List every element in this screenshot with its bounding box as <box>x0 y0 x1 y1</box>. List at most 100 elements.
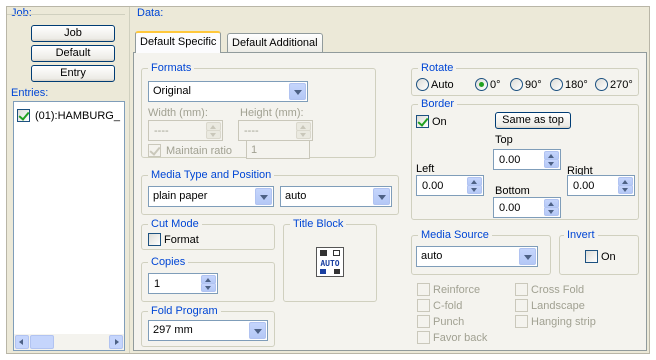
landscape-checkbox[interactable] <box>515 299 528 312</box>
media-source-group: Media Source auto <box>411 228 551 275</box>
maintain-ratio-label: Maintain ratio <box>166 145 233 157</box>
chevron-down-icon[interactable] <box>519 248 536 265</box>
scroll-thumb[interactable] <box>30 335 54 349</box>
invert-label: Invert <box>564 228 598 242</box>
entry-label: (01):HAMBURG_ <box>35 110 120 122</box>
spin-down-icon[interactable] <box>296 130 311 139</box>
format-checkbox[interactable] <box>148 233 161 246</box>
punch-label: Punch <box>433 316 465 328</box>
reinforce-label: Reinforce <box>433 284 481 296</box>
rotate-auto-radio[interactable] <box>416 78 429 91</box>
rotate-270-label: 270° <box>610 79 633 91</box>
rotate-180-radio[interactable] <box>550 78 563 91</box>
tab-panel: Formats Original Width (mm): Height (mm)… <box>133 52 647 351</box>
scroll-right-icon[interactable] <box>109 335 123 349</box>
ratio-field[interactable]: 1 <box>246 140 310 159</box>
media-type-group: Media Type and Position plain paper auto <box>141 168 399 215</box>
height-label: Height (mm): <box>240 107 304 119</box>
media-position-dropdown[interactable]: auto <box>280 186 392 207</box>
chevron-down-icon[interactable] <box>249 322 266 339</box>
entry-button[interactable]: Entry <box>31 65 115 82</box>
c-fold-checkbox[interactable] <box>417 299 430 312</box>
favor-back-label: Favor back <box>433 332 488 344</box>
job-divider <box>7 14 125 15</box>
copies-stepper[interactable]: 1 <box>148 273 218 294</box>
width-value: ---- <box>154 125 169 137</box>
spin-down-icon[interactable] <box>201 283 216 292</box>
spin-down-icon[interactable] <box>206 130 221 139</box>
job-button[interactable]: Job <box>31 25 115 42</box>
invert-on-checkbox[interactable] <box>585 250 598 263</box>
cut-mode-group: Cut Mode Format <box>141 217 275 250</box>
entries-list[interactable]: (01):HAMBURG_ <box>13 101 125 351</box>
media-source-label: Media Source <box>418 228 492 242</box>
favor-back-checkbox[interactable] <box>417 331 430 344</box>
horizontal-scrollbar[interactable] <box>14 334 124 350</box>
chevron-down-icon[interactable] <box>255 188 272 205</box>
top-value: 0.00 <box>499 154 521 166</box>
rotate-0-label: 0° <box>490 79 501 91</box>
formats-group: Formats Original Width (mm): Height (mm)… <box>141 61 376 159</box>
rotate-label: Rotate <box>418 61 457 75</box>
border-on-label: On <box>432 116 447 128</box>
media-position-value: auto <box>285 190 307 202</box>
fold-program-group: Fold Program 297 mm <box>141 304 275 347</box>
hanging-strip-checkbox[interactable] <box>515 315 528 328</box>
formats-dropdown[interactable]: Original <box>148 81 308 102</box>
entry-checkbox[interactable] <box>17 109 30 122</box>
top-stepper[interactable]: 0.00 <box>493 149 561 170</box>
chevron-down-icon[interactable] <box>289 83 306 100</box>
rotate-90-radio[interactable] <box>510 78 523 91</box>
rotate-270-radio[interactable] <box>595 78 608 91</box>
spin-down-icon[interactable] <box>467 185 482 194</box>
vertical-divider <box>129 7 130 353</box>
hanging-strip-label: Hanging strip <box>531 316 596 328</box>
left-stepper[interactable]: 0.00 <box>416 175 484 196</box>
cut-mode-label: Cut Mode <box>148 217 202 231</box>
formats-label: Formats <box>148 61 195 75</box>
same-as-top-button[interactable]: Same as top <box>495 112 571 129</box>
scroll-left-icon[interactable] <box>15 335 29 349</box>
fold-program-label: Fold Program <box>148 304 221 318</box>
punch-checkbox[interactable] <box>417 315 430 328</box>
tab-default-additional[interactable]: Default Additional <box>227 33 323 53</box>
spin-down-icon[interactable] <box>618 185 633 194</box>
border-label: Border <box>418 97 458 111</box>
chevron-down-icon[interactable] <box>373 188 390 205</box>
invert-group: Invert On <box>559 228 639 275</box>
media-type-dropdown[interactable]: plain paper <box>148 186 274 207</box>
landscape-label: Landscape <box>531 300 585 312</box>
c-fold-label: C-fold <box>433 300 463 312</box>
rotate-180-label: 180° <box>565 79 588 91</box>
right-stepper[interactable]: 0.00 <box>567 175 635 196</box>
formats-value: Original <box>153 85 191 97</box>
maintain-ratio-checkbox[interactable] <box>148 144 161 157</box>
bottom-stepper[interactable]: 0.00 <box>493 197 561 218</box>
spin-down-icon[interactable] <box>544 207 559 216</box>
cross-fold-label: Cross Fold <box>531 284 585 296</box>
copies-value: 1 <box>154 278 161 290</box>
border-group: Border On Same as top Top 0.00 Left 0.00… <box>411 97 639 220</box>
copies-label: Copies <box>148 255 189 269</box>
rotate-group: Rotate Auto 0° 90° 180° 270° <box>411 61 639 96</box>
spin-down-icon[interactable] <box>544 159 559 168</box>
rotate-0-radio[interactable] <box>475 78 488 91</box>
default-button[interactable]: Default <box>31 45 115 62</box>
list-item[interactable]: (01):HAMBURG_ <box>17 108 121 123</box>
cross-fold-checkbox[interactable] <box>515 283 528 296</box>
reinforce-checkbox[interactable] <box>417 283 430 296</box>
fold-program-dropdown[interactable]: 297 mm <box>148 320 268 341</box>
left-value: 0.00 <box>422 180 444 192</box>
fold-program-value: 297 mm <box>153 324 193 336</box>
title-block-icon[interactable]: AUTO <box>316 247 344 277</box>
title-block-group: Title Block AUTO <box>283 217 377 302</box>
top-label: Top <box>495 134 513 146</box>
border-on-checkbox[interactable] <box>416 115 429 128</box>
format-label: Format <box>164 234 199 246</box>
data-group-label: Data: <box>137 7 164 19</box>
width-stepper[interactable]: ---- <box>148 120 223 141</box>
media-source-dropdown[interactable]: auto <box>416 246 538 267</box>
height-stepper[interactable]: ---- <box>238 120 313 141</box>
tab-default-specific[interactable]: Default Specific <box>135 31 222 53</box>
title-block-icon-text: AUTO <box>320 259 340 268</box>
